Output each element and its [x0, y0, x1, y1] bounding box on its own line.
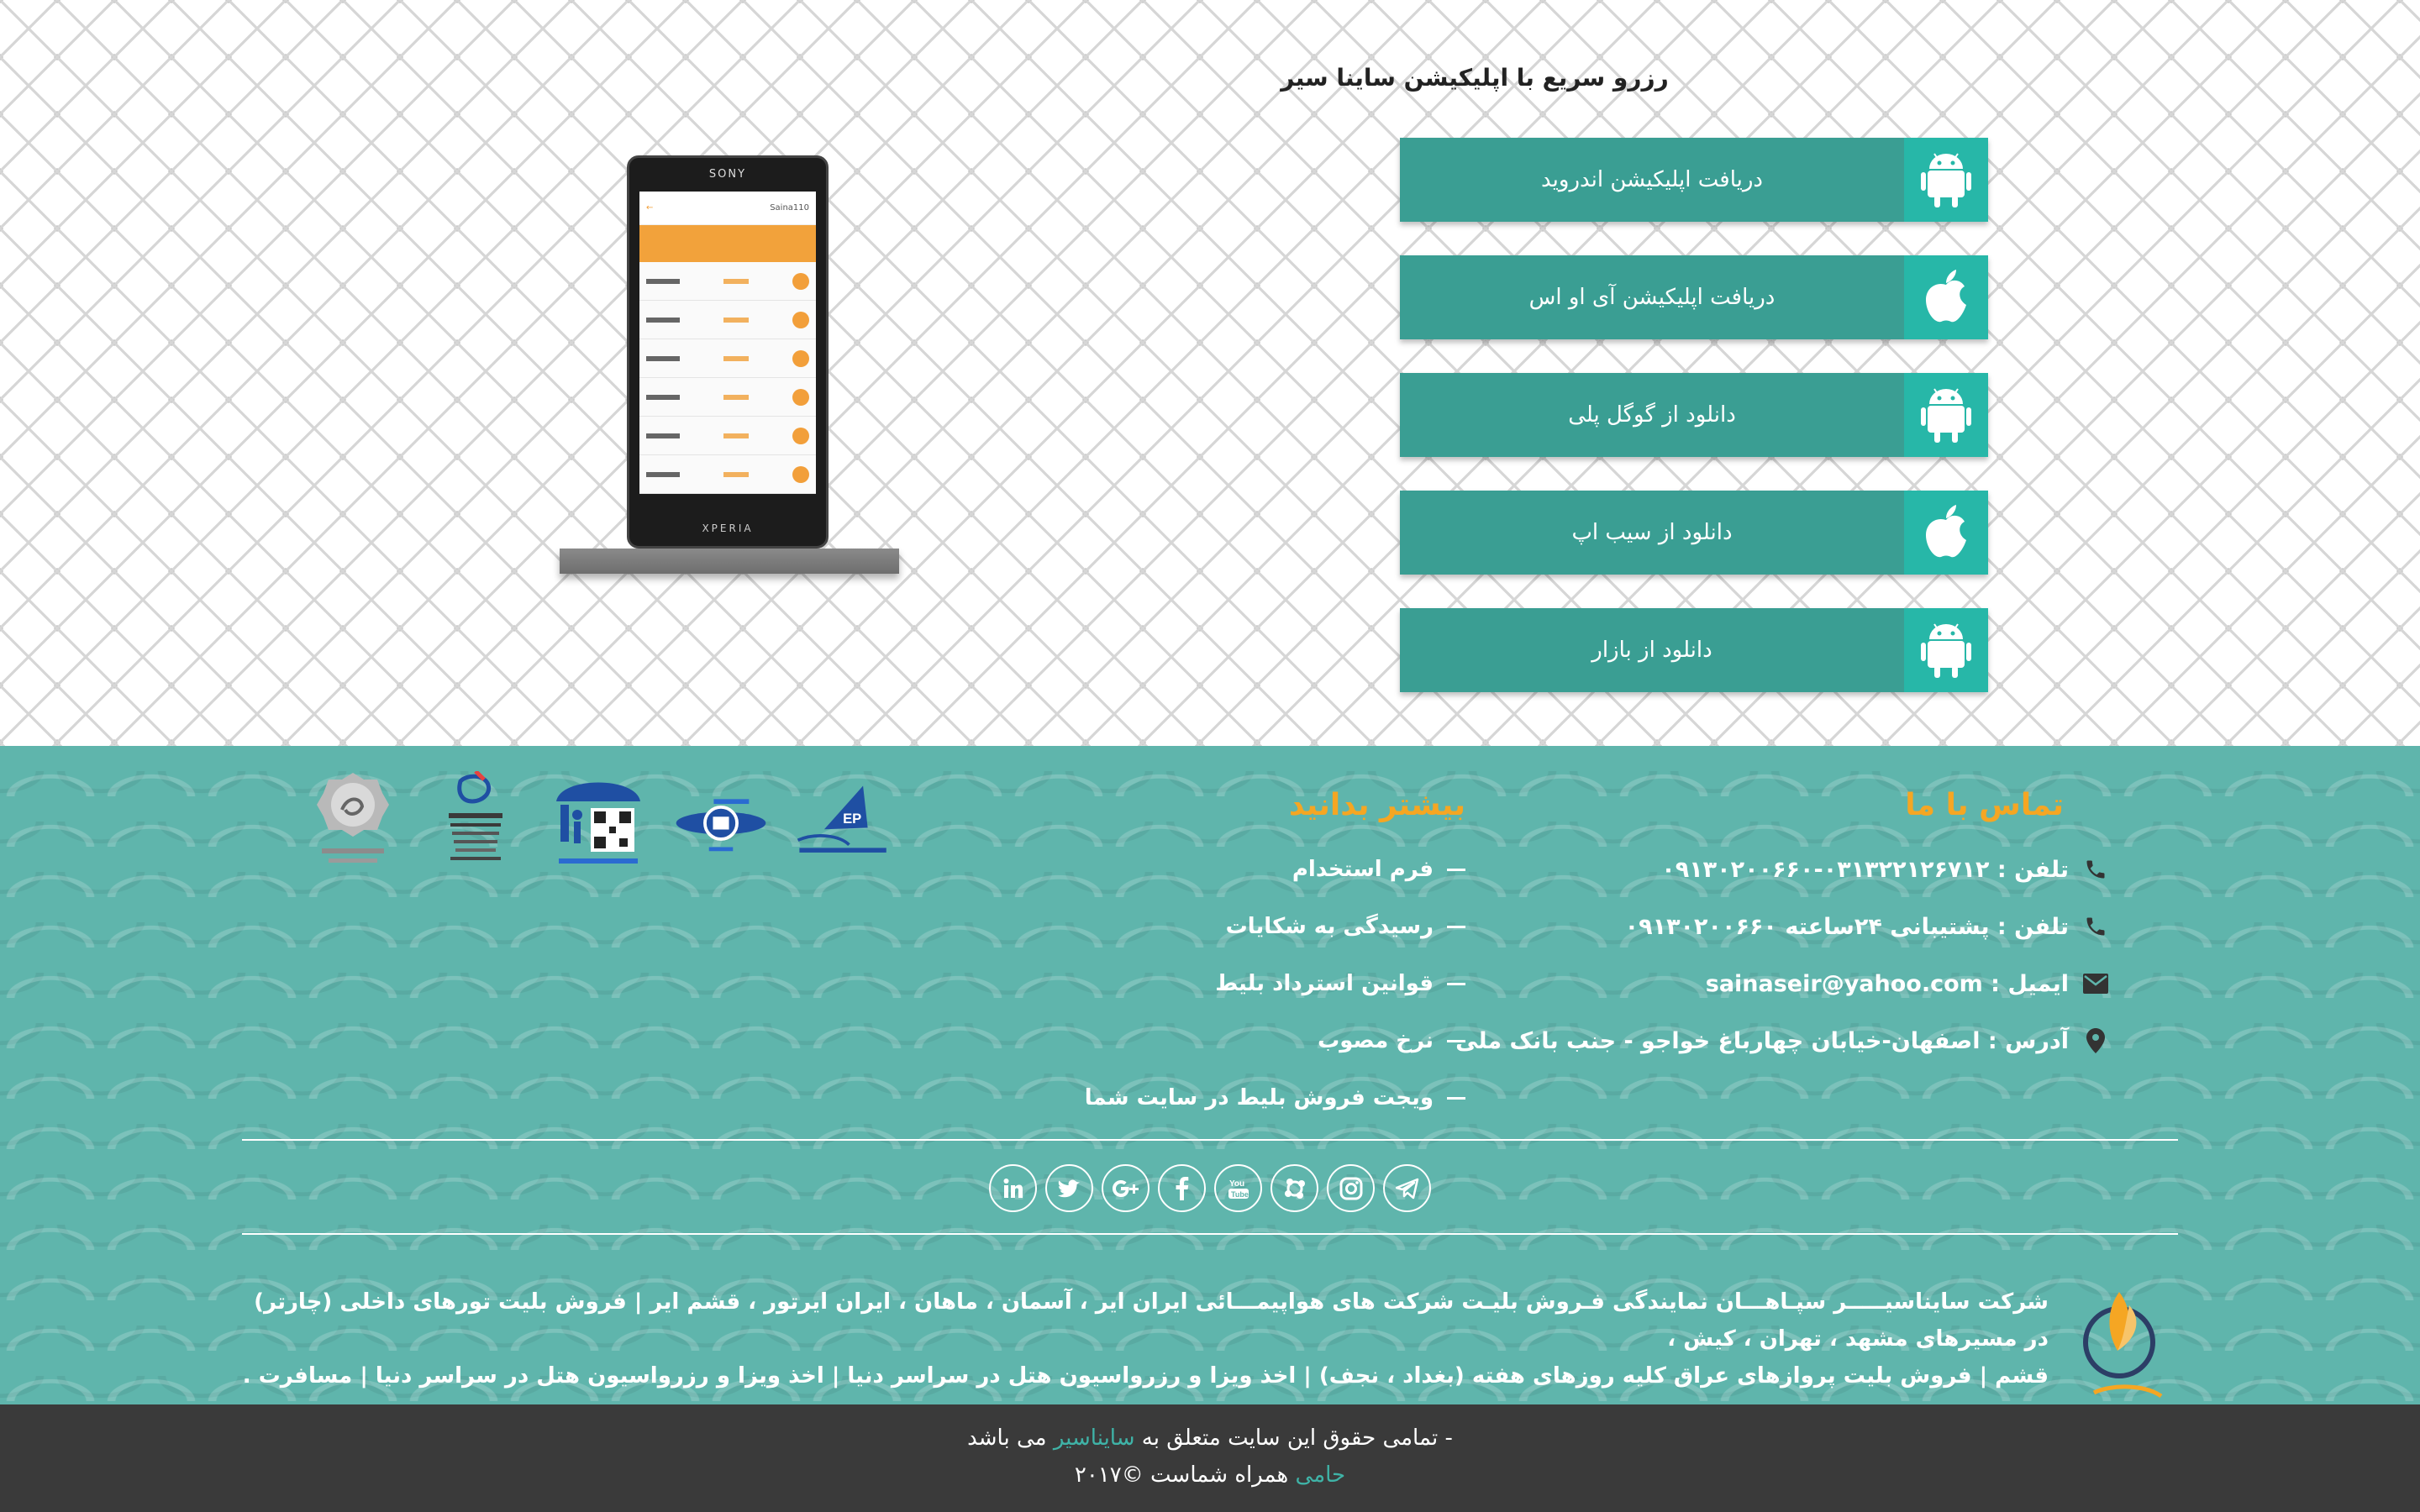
android-app-button[interactable]: دریافت اپلیکیشن اندروید	[1400, 138, 1988, 222]
phone-app-name: Saina110	[770, 203, 809, 213]
telegram-icon[interactable]	[1383, 1164, 1431, 1212]
list-item	[639, 417, 816, 455]
link-label: ویجت فروش بلیط در سایت شما	[1084, 1085, 1434, 1110]
dash-bullet	[1447, 1096, 1465, 1100]
contact-email-text: ایمیل : sainaseir@yahoo.com	[1705, 970, 2069, 997]
more-info-section: بیشتر بدانید فرم استخدام رسیدگی به شکایا…	[961, 788, 1465, 1126]
list-item	[639, 339, 816, 378]
link-label: نرخ مصوب	[1318, 1028, 1434, 1053]
link-label: فرم استخدام	[1292, 857, 1434, 882]
svg-text:EP: EP	[843, 811, 861, 827]
phone-model: XPERIA	[702, 522, 754, 534]
instagram-icon[interactable]	[1327, 1164, 1375, 1212]
phone-app-topbar: ← Saina110	[639, 192, 816, 225]
cao-badge[interactable]	[671, 771, 771, 872]
social-links: You Tube	[0, 1164, 2420, 1212]
copyright-prefix: - تمامی حقوق این سایت متعلق به	[1141, 1425, 1453, 1451]
dash-bullet	[1447, 925, 1465, 928]
copyright-line-1: - تمامی حقوق این سایت متعلق به ساینا‌سیر…	[0, 1420, 2420, 1457]
facebook-icon[interactable]	[1158, 1164, 1206, 1212]
app-section-title: رزرو سریع با اپلیکیشن ساینا سیر	[1281, 64, 1669, 92]
twitter-icon[interactable]	[1045, 1164, 1093, 1212]
dash-bullet	[1447, 982, 1465, 985]
sainaseir-link[interactable]: ساینا‌سیر	[1054, 1425, 1135, 1451]
samandehi-badge[interactable]	[302, 771, 403, 872]
android-app-label: دریافت اپلیکیشن اندروید	[1541, 167, 1763, 192]
youtube-icon[interactable]: You Tube	[1214, 1164, 1262, 1212]
app-section-title-wrap: رزرو سریع با اپلیکیشن ساینا سیر	[1092, 64, 1857, 92]
link-label: قوانین استرداد بلیط	[1215, 971, 1434, 996]
linkedin-icon[interactable]	[989, 1164, 1037, 1212]
phone-search-bar	[639, 225, 816, 262]
apple-icon	[1904, 255, 1988, 339]
android-icon	[1904, 373, 1988, 457]
ios-app-button[interactable]: دریافت اپلیکیشن آی او اس	[1400, 255, 1988, 339]
footer: تماس با ما تلفن : ۰۳۱۳۲۲۱۲۶۷۱۲-۰۹۱۳۰۲۰۰۶…	[0, 746, 2420, 1404]
link-complaints[interactable]: رسیدگی به شکایات	[961, 898, 1465, 955]
ios-app-label: دریافت اپلیکیشن آی او اس	[1528, 285, 1776, 310]
trust-badges: EP	[302, 771, 894, 872]
dash-bullet	[1447, 1039, 1465, 1042]
contact-section: تماس با ما تلفن : ۰۳۱۳۲۲۱۲۶۷۱۲-۰۹۱۳۰۲۰۰۶…	[1440, 788, 2112, 1069]
bazaar-button[interactable]: دانلود از بازار	[1400, 608, 1988, 692]
google-plus-icon[interactable]	[1102, 1164, 1150, 1212]
about-text: شرکت ساینا‌سیـــــر سپـاهـــان نمایندگی …	[242, 1284, 2049, 1394]
svg-text:Tube: Tube	[1231, 1190, 1249, 1199]
list-item	[639, 455, 816, 494]
about-line-2: قشم | فروش بلیت پروازهای عراق کلیه روزها…	[242, 1363, 2049, 1389]
phone-mockup: SONY ← Saina110 XPERIA	[560, 155, 899, 580]
list-item	[639, 262, 816, 301]
about-line-1: شرکت ساینا‌سیـــــر سپـاهـــان نمایندگی …	[254, 1289, 2049, 1352]
about-section: شرکت ساینا‌سیـــــر سپـاهـــان نمایندگی …	[242, 1284, 2178, 1410]
ep-badge[interactable]: EP	[793, 771, 894, 872]
android-icon	[1904, 608, 1988, 692]
more-info-title: بیشتر بدانید	[1288, 788, 1465, 822]
contact-phone-1[interactable]: تلفن : ۰۳۱۳۲۲۱۲۶۷۱۲-۰۹۱۳۰۲۰۰۶۶۰	[1440, 841, 2112, 898]
link-label: رسیدگی به شکایات	[1225, 914, 1434, 939]
list-item	[639, 301, 816, 339]
copyright-bar: - تمامی حقوق این سایت متعلق به ساینا‌سیر…	[0, 1404, 2420, 1512]
location-pin-icon	[2079, 1028, 2112, 1053]
dash-bullet	[1447, 868, 1465, 871]
footer-divider-top	[242, 1139, 2178, 1141]
envelope-icon	[2079, 974, 2112, 994]
sib-app-button[interactable]: دانلود از سیب اپ	[1400, 491, 1988, 575]
contact-title: تماس با ما	[1905, 788, 2064, 822]
copyright-suffix: می باشد	[967, 1425, 1047, 1451]
sib-app-label: دانلود از سیب اپ	[1571, 520, 1733, 545]
phone-icon	[2079, 915, 2112, 938]
copyright-year-text: همراه شماست ©۲۰۱۷	[1074, 1462, 1289, 1488]
svg-text:You: You	[1229, 1179, 1244, 1189]
contact-phone-1-text: تلفن : ۰۳۱۳۲۲۱۲۶۷۱۲-۰۹۱۳۰۲۰۰۶۶۰	[1661, 856, 2069, 883]
copyright-line-2: حامی همراه شماست ©۲۰۱۷	[0, 1457, 2420, 1494]
passenger-rights-badge[interactable]	[548, 771, 649, 872]
contact-email[interactable]: ایمیل : sainaseir@yahoo.com	[1440, 955, 2112, 1012]
back-arrow-icon: ←	[646, 203, 654, 213]
link-ticket-widget[interactable]: ویجت فروش بلیط در سایت شما	[961, 1069, 1465, 1126]
phone-brand: SONY	[708, 168, 747, 181]
phone-body: SONY ← Saina110 XPERIA	[627, 155, 829, 549]
contact-phone-2-text: تلفن : پشتیبانی ۲۴ساعته ۰۹۱۳۰۲۰۰۶۶۰	[1624, 913, 2069, 940]
android-icon	[1904, 138, 1988, 222]
bazaar-label: دانلود از بازار	[1591, 638, 1712, 663]
apple-icon	[1904, 491, 1988, 575]
link-approved-rates[interactable]: نرخ مصوب	[961, 1012, 1465, 1069]
list-item	[639, 378, 816, 417]
phone-stand	[560, 549, 899, 574]
contact-address: آدرس : اصفهان-خیابان چهارباغ خواجو - جنب…	[1440, 1012, 2112, 1069]
link-refund-rules[interactable]: قوانین استرداد بلیط	[961, 955, 1465, 1012]
phone-screen: ← Saina110	[639, 192, 816, 494]
enamad-badge[interactable]	[425, 771, 526, 872]
contact-address-text: آدرس : اصفهان-خیابان چهارباغ خواجو - جنب…	[1455, 1027, 2069, 1054]
google-play-label: دانلود از گوگل پلی	[1568, 402, 1736, 428]
google-play-button[interactable]: دانلود از گوگل پلی	[1400, 373, 1988, 457]
phone-icon	[2079, 858, 2112, 881]
footer-divider-bottom	[242, 1233, 2178, 1235]
app-download-buttons: دریافت اپلیکیشن اندروید دریافت اپلیکیشن …	[1400, 138, 1988, 726]
contact-phone-2[interactable]: تلفن : پشتیبانی ۲۴ساعته ۰۹۱۳۰۲۰۰۶۶۰	[1440, 898, 2112, 955]
link-employment-form[interactable]: فرم استخدام	[961, 841, 1465, 898]
aparat-icon[interactable]	[1270, 1164, 1318, 1212]
hami-link[interactable]: حامی	[1296, 1462, 1346, 1488]
company-logo	[2069, 1284, 2178, 1410]
